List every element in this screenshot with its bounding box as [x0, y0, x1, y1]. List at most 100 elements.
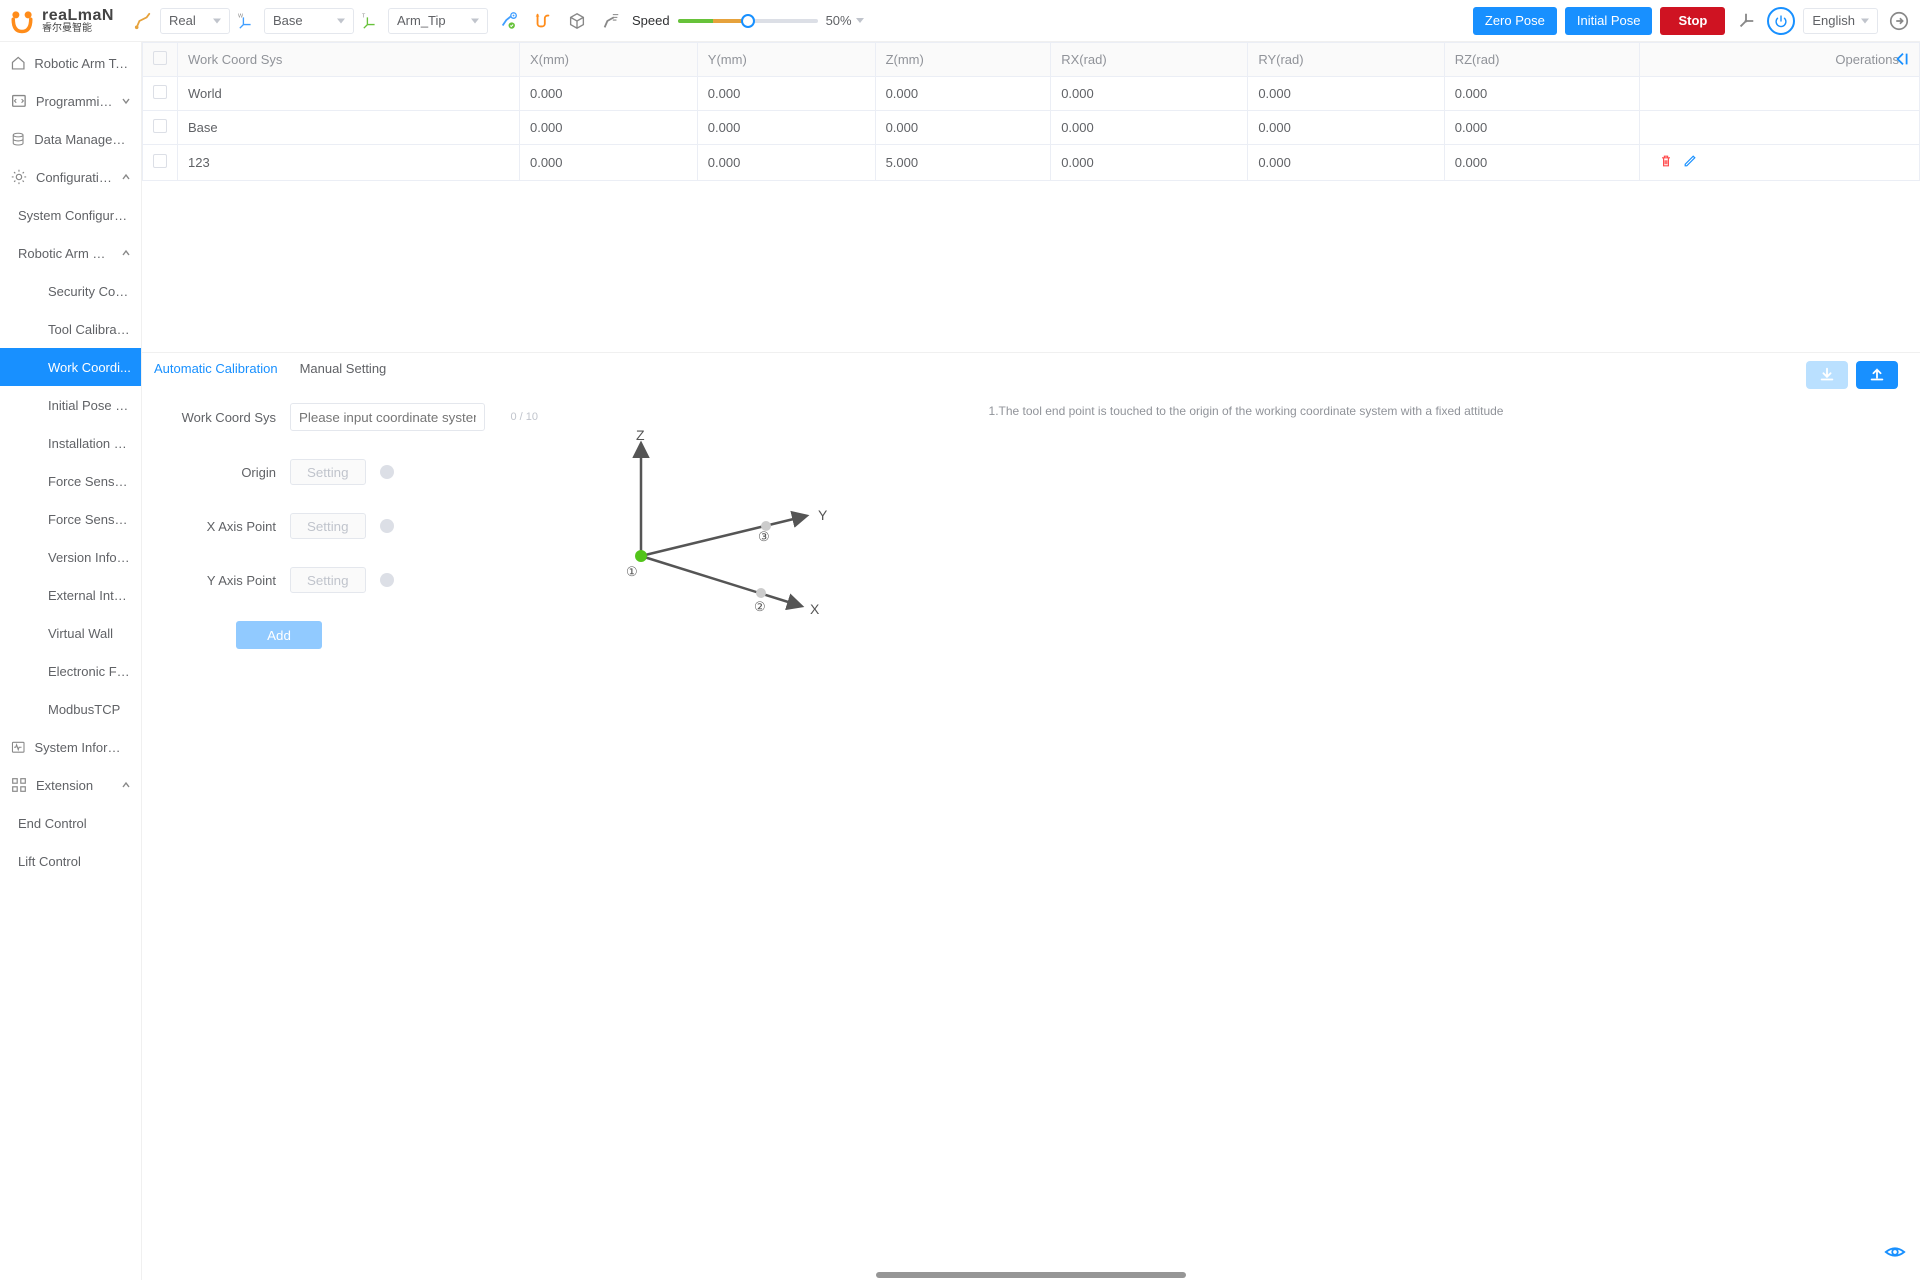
base-selector[interactable]: Base	[264, 8, 354, 34]
sidebar-item-version-info[interactable]: Version Infor...	[0, 538, 141, 576]
speed-robot-icon	[598, 8, 624, 34]
sidebar-item-tool-calibration[interactable]: Tool Calibration	[0, 310, 141, 348]
speed-value[interactable]: 50%	[826, 13, 864, 28]
sidebar-item-lift-control[interactable]: Lift Control	[0, 842, 141, 880]
horizontal-scrollbar[interactable]	[876, 1272, 1186, 1278]
table-row[interactable]: 1230.0000.0005.0000.0000.0000.000	[143, 145, 1920, 181]
col-ops: Operations	[1639, 43, 1919, 77]
add-button[interactable]: Add	[236, 621, 322, 649]
coord-table: Work Coord Sys X(mm) Y(mm) Z(mm) RX(rad)…	[142, 42, 1920, 181]
trajectory-icon[interactable]	[530, 8, 556, 34]
svg-text:②: ②	[754, 599, 766, 614]
language-selector[interactable]: English	[1803, 8, 1878, 34]
svg-text:③: ③	[758, 529, 770, 544]
origin-label: Origin	[156, 465, 276, 480]
cell-name: Base	[178, 111, 520, 145]
row-checkbox[interactable]	[153, 85, 167, 99]
sidebar-item-programming[interactable]: Programming	[0, 82, 141, 120]
mode-selector[interactable]: Real	[160, 8, 230, 34]
power-button[interactable]	[1767, 7, 1795, 35]
coord-origin-icon[interactable]	[1733, 8, 1759, 34]
svg-text:①: ①	[626, 564, 638, 579]
sidebar-item-security-conf[interactable]: Security Conf...	[0, 272, 141, 310]
edit-icon[interactable]	[1682, 157, 1698, 172]
cell-z: 0.000	[875, 77, 1051, 111]
origin-setting-button[interactable]: Setting	[290, 459, 366, 485]
sidebar-item-extension[interactable]: Extension	[0, 766, 141, 804]
row-checkbox[interactable]	[153, 154, 167, 168]
sidebar: Robotic Arm Tea... Programming Data Mana…	[0, 42, 142, 1280]
chevron-up-icon	[121, 246, 131, 261]
cell-rz: 0.000	[1444, 145, 1639, 181]
xaxis-setting-button[interactable]: Setting	[290, 513, 366, 539]
checkbox-all[interactable]	[153, 51, 167, 65]
stop-button[interactable]: Stop	[1660, 7, 1725, 35]
speed-slider-handle[interactable]	[741, 14, 755, 28]
cell-x: 0.000	[519, 77, 697, 111]
col-rz: RZ(rad)	[1444, 43, 1639, 77]
sidebar-item-electronic-fence[interactable]: Electronic Fe...	[0, 652, 141, 690]
sidebar-item-initial-pose[interactable]: Initial Pose S...	[0, 386, 141, 424]
cell-x: 0.000	[519, 111, 697, 145]
yaxis-setting-button[interactable]: Setting	[290, 567, 366, 593]
chevron-up-icon	[121, 778, 131, 793]
cell-name: World	[178, 77, 520, 111]
sidebar-item-work-coord[interactable]: Work Coordi...	[0, 348, 141, 386]
speed-slider[interactable]	[678, 19, 818, 23]
database-icon	[10, 130, 26, 148]
xaxis-status-dot	[380, 519, 394, 533]
sidebar-item-force-sensor-1[interactable]: Force Sensor...	[0, 462, 141, 500]
cell-ry: 0.000	[1248, 145, 1444, 181]
calibration-diagram: 1.The tool end point is touched to the o…	[586, 403, 1906, 649]
logo-text-cn: 睿尔曼智能	[42, 24, 114, 34]
home-icon	[10, 54, 26, 72]
tool-frame-icon: T	[362, 12, 380, 30]
initial-pose-button[interactable]: Initial Pose	[1565, 7, 1653, 35]
cell-rz: 0.000	[1444, 77, 1639, 111]
view-toggle-icon[interactable]	[1884, 1241, 1906, 1266]
logo: reaLmaN 睿尔曼智能	[8, 6, 114, 36]
tab-manual-setting[interactable]: Manual Setting	[300, 361, 387, 389]
import-button[interactable]	[1806, 361, 1848, 389]
cell-rz: 0.000	[1444, 111, 1639, 145]
coord-name-label: Work Coord Sys	[156, 410, 276, 425]
exit-icon[interactable]	[1886, 8, 1912, 34]
delete-icon[interactable]	[1658, 157, 1674, 172]
code-icon	[10, 92, 28, 110]
zero-pose-button[interactable]: Zero Pose	[1473, 7, 1557, 35]
svg-text:Y: Y	[818, 507, 828, 523]
col-y: Y(mm)	[697, 43, 875, 77]
sidebar-item-external-inter[interactable]: External Inter...	[0, 576, 141, 614]
table-row[interactable]: World0.0000.0000.0000.0000.0000.000	[143, 77, 1920, 111]
chevron-up-icon	[121, 170, 131, 185]
cube-icon[interactable]	[564, 8, 590, 34]
sidebar-item-modbus-tcp[interactable]: ModbusTCP	[0, 690, 141, 728]
export-button[interactable]	[1856, 361, 1898, 389]
sidebar-item-force-sensor-2[interactable]: Force Sensor...	[0, 500, 141, 538]
sidebar-item-system-config[interactable]: System Configuration	[0, 196, 141, 234]
sidebar-item-system-info[interactable]: System Informat...	[0, 728, 141, 766]
row-checkbox[interactable]	[153, 119, 167, 133]
sidebar-item-end-control[interactable]: End Control	[0, 804, 141, 842]
coord-name-input[interactable]	[290, 403, 485, 431]
yaxis-status-dot	[380, 573, 394, 587]
col-z: Z(mm)	[875, 43, 1051, 77]
tool-selector[interactable]: Arm_Tip	[388, 8, 488, 34]
cell-y: 0.000	[697, 111, 875, 145]
tab-auto-calibration[interactable]: Automatic Calibration	[154, 361, 278, 389]
cell-z: 5.000	[875, 145, 1051, 181]
yaxis-label: Y Axis Point	[156, 573, 276, 588]
grid-icon	[10, 776, 28, 794]
sidebar-item-arm-config[interactable]: Robotic Arm Config...	[0, 234, 141, 272]
sidebar-item-virtual-wall[interactable]: Virtual Wall	[0, 614, 141, 652]
cell-x: 0.000	[519, 145, 697, 181]
collapse-panel-icon[interactable]	[1894, 50, 1912, 71]
sidebar-item-teaching[interactable]: Robotic Arm Tea...	[0, 44, 141, 82]
sidebar-item-configuration[interactable]: Configuration	[0, 158, 141, 196]
origin-status-dot	[380, 465, 394, 479]
table-row[interactable]: Base0.0000.0000.0000.0000.0000.000	[143, 111, 1920, 145]
sidebar-item-data-management[interactable]: Data Management	[0, 120, 141, 158]
arm-icon	[134, 12, 152, 30]
sidebar-item-installation[interactable]: Installation S...	[0, 424, 141, 462]
teach-settings-icon[interactable]	[496, 8, 522, 34]
